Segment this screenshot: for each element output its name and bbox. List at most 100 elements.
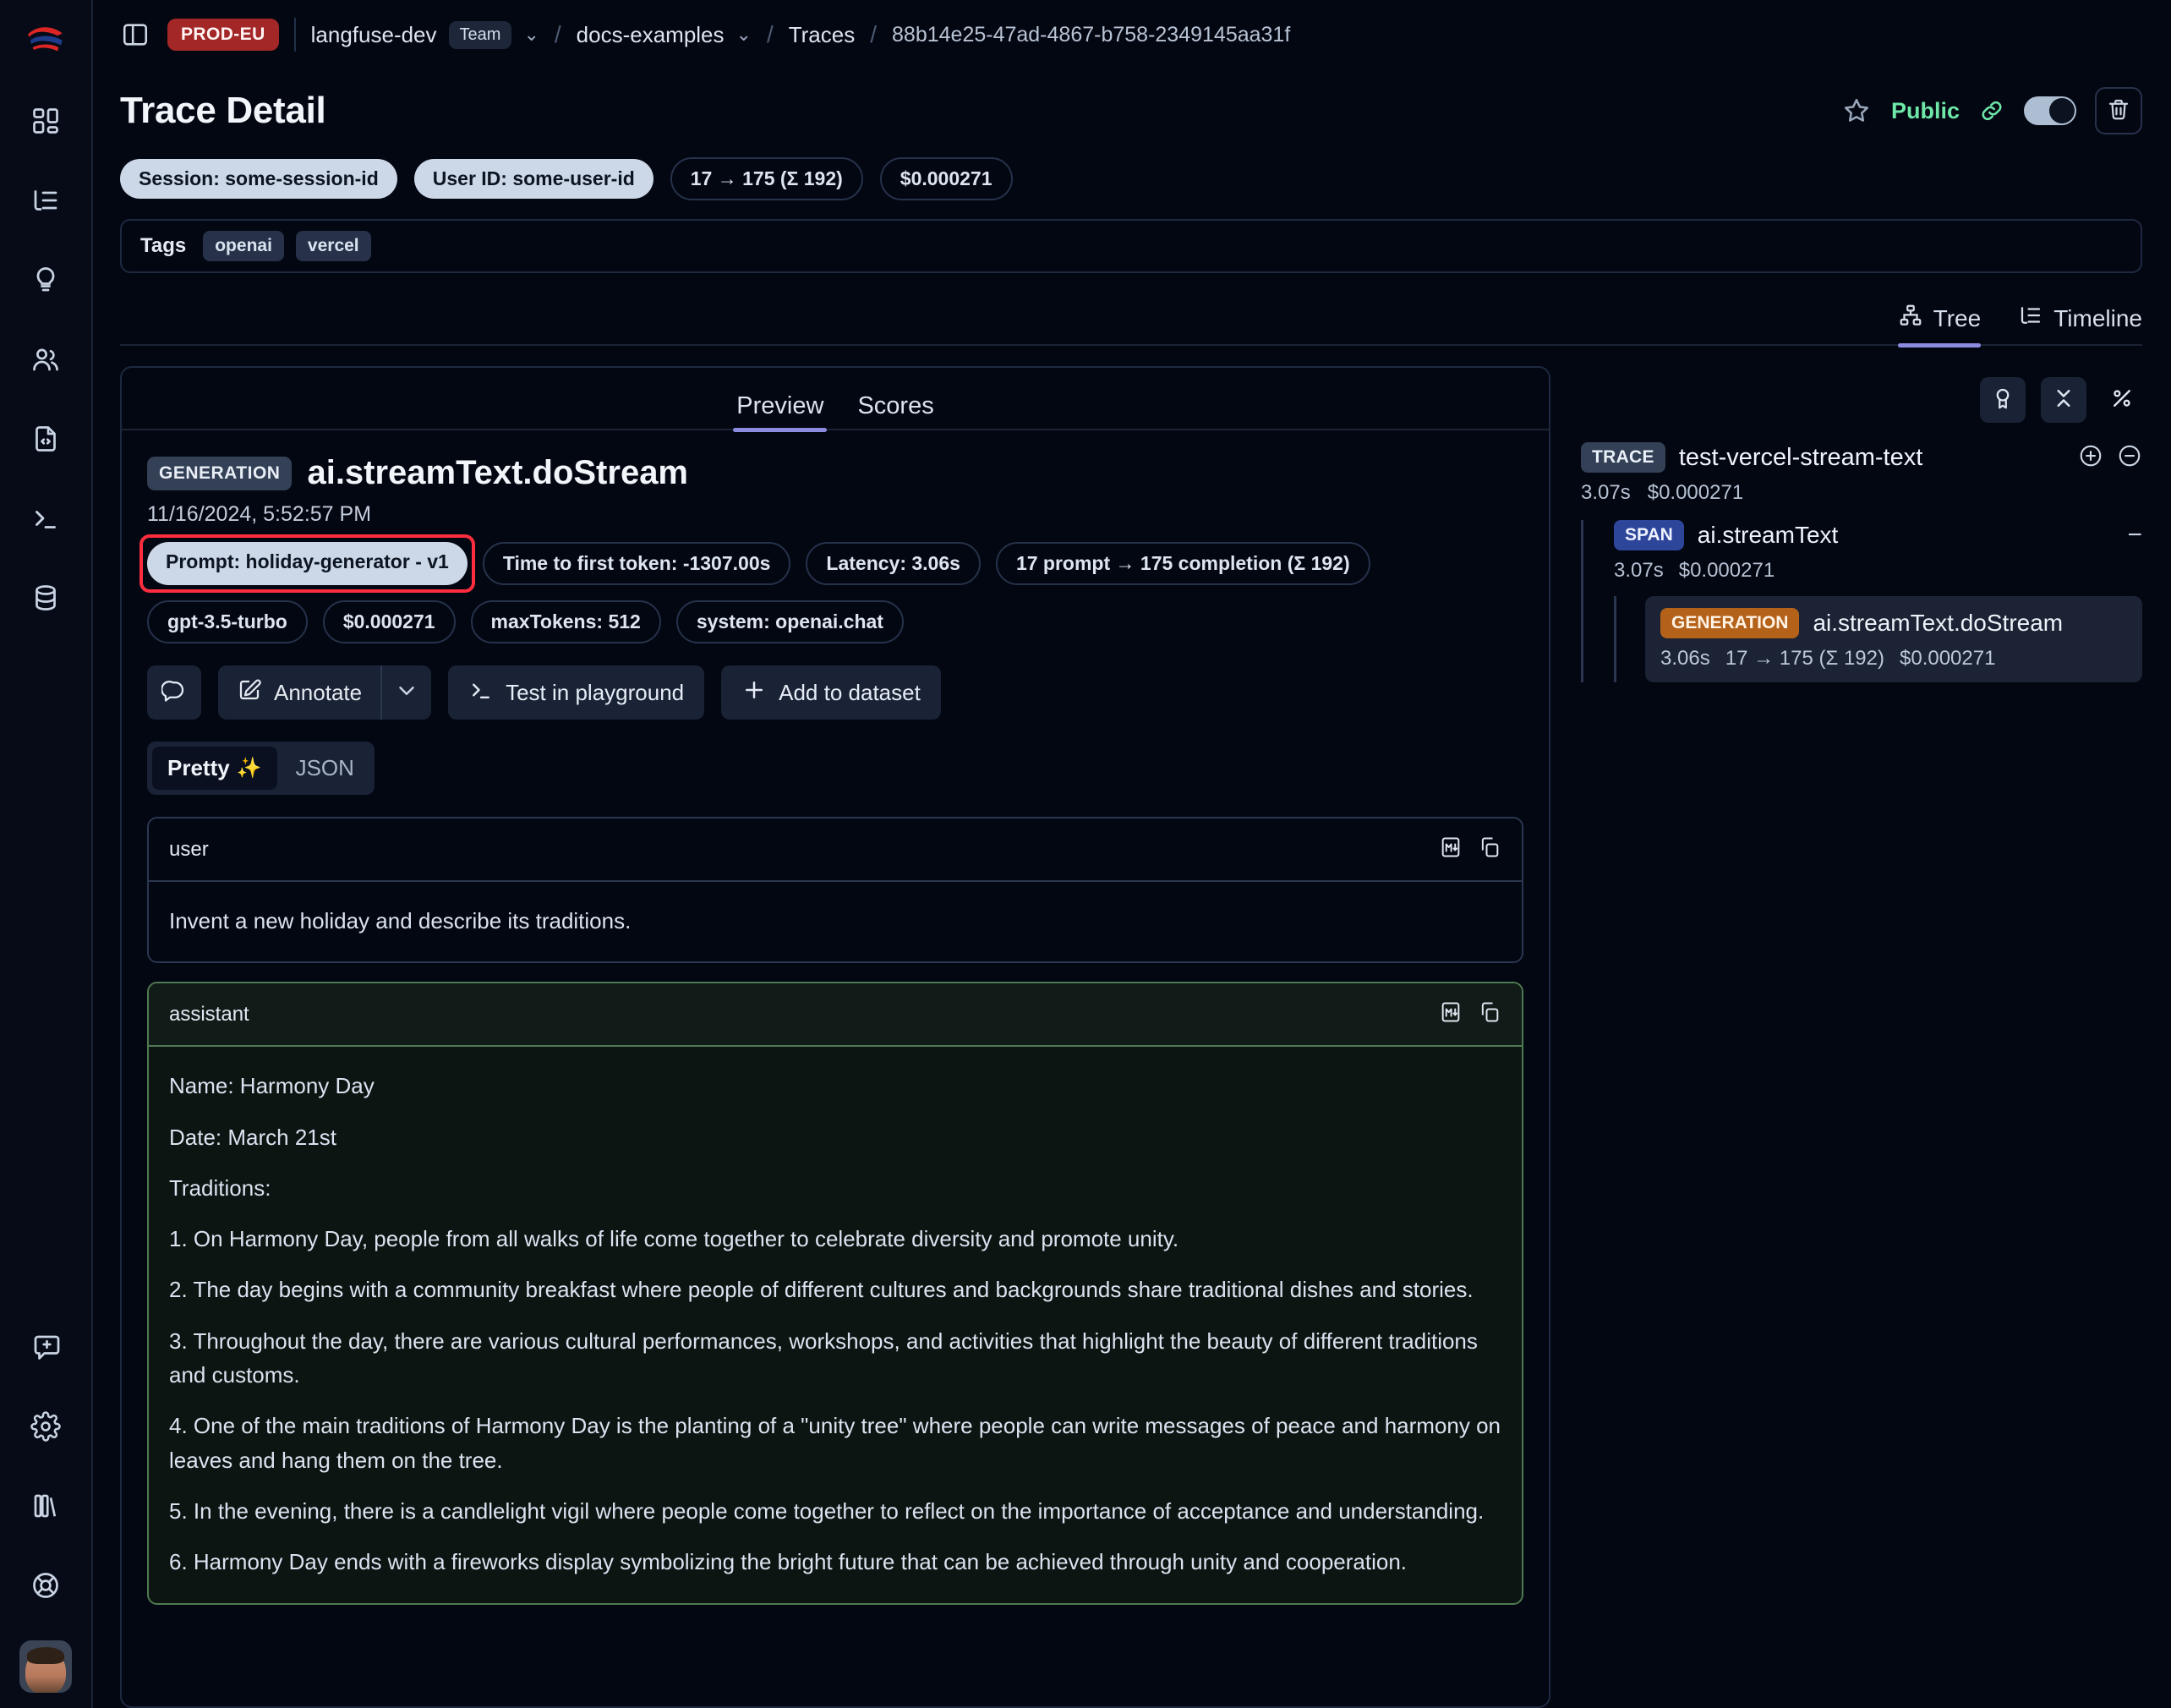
public-toggle[interactable] xyxy=(2024,96,2076,125)
latency-pill: Latency: 3.06s xyxy=(806,542,981,585)
langfuse-logo-icon[interactable] xyxy=(22,20,69,68)
annotate-button-group[interactable]: Annotate xyxy=(218,665,431,720)
terminal-icon xyxy=(468,677,494,709)
message-header: user xyxy=(149,818,1522,882)
delete-trace-button[interactable] xyxy=(2095,87,2142,134)
sidebar-item-playground[interactable] xyxy=(19,494,72,546)
content-area: Preview Scores GENERATION ai.streamText.… xyxy=(93,346,2171,1708)
user-id-pill[interactable]: User ID: some-user-id xyxy=(414,159,653,199)
trace-latency: 3.07s xyxy=(1581,481,1631,505)
star-icon[interactable] xyxy=(1840,95,1873,127)
markdown-icon[interactable] xyxy=(1439,835,1463,863)
prompt-pill[interactable]: Prompt: holiday-generator - v1 xyxy=(147,542,468,585)
sidebar-item-tracing[interactable] xyxy=(19,176,72,228)
sidebar-item-settings[interactable] xyxy=(19,1402,72,1454)
message-body: Invent a new holiday and describe its tr… xyxy=(149,882,1522,961)
user-avatar[interactable] xyxy=(19,1640,72,1693)
circle-minus-icon[interactable] xyxy=(2117,443,2142,473)
copy-icon[interactable] xyxy=(1478,1000,1501,1028)
message-paragraph: Date: March 21st xyxy=(169,1120,1501,1154)
tree-icon xyxy=(1898,303,1923,334)
tab-preview[interactable]: Preview xyxy=(736,392,823,430)
panel-left-icon[interactable] xyxy=(118,18,152,52)
lightbulb-icon xyxy=(30,265,61,299)
books-icon xyxy=(30,1491,61,1525)
database-icon xyxy=(30,583,61,617)
chevron-down-icon-project[interactable]: ⌄ xyxy=(736,24,752,46)
observation-header: GENERATION ai.streamText.doStream xyxy=(147,454,1523,492)
format-pretty-button[interactable]: Pretty ✨ xyxy=(152,747,277,790)
percent-toggle-button[interactable] xyxy=(2102,380,2142,420)
generation-cost: $0.000271 xyxy=(1900,647,1995,671)
sidebar-item-datasets[interactable] xyxy=(19,414,72,467)
message-card-user: user xyxy=(147,817,1523,963)
tab-tree[interactable]: Tree xyxy=(1898,303,1982,346)
format-json-button[interactable]: JSON xyxy=(281,747,369,790)
observation-body: GENERATION ai.streamText.doStream 11/16/… xyxy=(122,430,1549,1706)
trace-cost: $0.000271 xyxy=(1648,481,1743,505)
breadcrumb-org[interactable]: langfuse-dev xyxy=(311,22,437,48)
span-metrics: 3.07s $0.000271 xyxy=(1614,559,2142,583)
copy-icon[interactable] xyxy=(1478,835,1501,863)
trace-name: test-vercel-stream-text xyxy=(1679,444,1922,472)
sidebar-item-users[interactable] xyxy=(19,335,72,387)
main-content: PROD-EU langfuse-dev Team ⌄ / docs-examp… xyxy=(93,0,2171,1708)
tab-timeline[interactable]: Timeline xyxy=(2018,303,2142,346)
annotate-dropdown-button[interactable] xyxy=(382,665,431,720)
percent-icon xyxy=(2109,386,2135,415)
sidebar-item-support[interactable] xyxy=(19,1561,72,1613)
message-paragraph: 2. The day begins with a community break… xyxy=(169,1273,1501,1306)
tag-item[interactable]: vercel xyxy=(296,231,371,261)
message-paragraph: 1. On Harmony Day, people from all walks… xyxy=(169,1222,1501,1256)
collapse-all-button[interactable] xyxy=(2041,377,2086,423)
left-sidebar xyxy=(0,0,93,1708)
trace-tree-panel: TRACE test-vercel-stream-text 3.07s $0.0… xyxy=(1550,366,2142,1708)
public-label: Public xyxy=(1891,98,1960,124)
breadcrumb-section[interactable]: Traces xyxy=(789,22,856,48)
breadcrumb-trace-id: 88b14e25-47ad-4867-b758-2349145aa31f xyxy=(892,23,1290,47)
span-collapse-toggle[interactable]: − xyxy=(2127,523,2142,548)
tree-trace-row[interactable]: TRACE test-vercel-stream-text xyxy=(1581,442,2142,473)
max-tokens-pill: maxTokens: 512 xyxy=(471,600,661,643)
detail-tabs: Preview Scores xyxy=(122,368,1549,430)
comment-icon xyxy=(161,677,187,709)
environment-badge[interactable]: PROD-EU xyxy=(167,19,279,51)
sidebar-item-evaluations[interactable] xyxy=(19,573,72,626)
breadcrumb-project[interactable]: docs-examples xyxy=(577,22,725,48)
span-type-badge: SPAN xyxy=(1614,520,1684,550)
observation-type-badge: GENERATION xyxy=(147,457,292,490)
terminal-icon xyxy=(30,503,61,538)
tracing-icon xyxy=(30,185,61,220)
test-in-playground-label: Test in playground xyxy=(506,680,684,706)
tag-item[interactable]: openai xyxy=(203,231,284,261)
message-role: assistant xyxy=(169,1003,249,1026)
trash-icon xyxy=(2106,96,2131,126)
session-pill[interactable]: Session: some-session-id xyxy=(120,159,397,199)
annotate-button[interactable]: Annotate xyxy=(218,665,380,720)
sidebar-item-dashboard[interactable] xyxy=(19,96,72,149)
test-in-playground-button[interactable]: Test in playground xyxy=(448,665,704,720)
circle-plus-icon[interactable] xyxy=(2078,443,2103,473)
sidebar-item-prompts[interactable] xyxy=(19,255,72,308)
tree-span-row[interactable]: SPAN ai.streamText − 3.07s $0.000271 GEN… xyxy=(1595,520,2142,682)
link-icon[interactable] xyxy=(1978,97,2005,124)
cost-pill: $0.000271 xyxy=(323,600,456,643)
sidebar-item-docs[interactable] xyxy=(19,1481,72,1534)
chevron-down-icon xyxy=(394,678,419,708)
chevron-down-icon-org[interactable]: ⌄ xyxy=(523,24,539,46)
tree-generation-row[interactable]: GENERATION ai.streamText.doStream 3.06s … xyxy=(1645,596,2142,682)
tags-bar[interactable]: Tags openai vercel xyxy=(120,219,2142,273)
span-children: GENERATION ai.streamText.doStream 3.06s … xyxy=(1614,596,2142,682)
sidebar-item-feedback[interactable] xyxy=(19,1322,72,1375)
generation-header: GENERATION ai.streamText.doStream xyxy=(1660,608,2127,638)
add-to-dataset-button[interactable]: Add to dataset xyxy=(721,665,941,720)
scores-toggle-button[interactable] xyxy=(1980,377,2026,423)
tab-scores[interactable]: Scores xyxy=(857,392,933,430)
markdown-icon[interactable] xyxy=(1439,1000,1463,1028)
observation-timestamp: 11/16/2024, 5:52:57 PM xyxy=(147,502,1523,527)
observation-pills-row-2: gpt-3.5-turbo $0.000271 maxTokens: 512 s… xyxy=(147,600,1523,643)
message-card-assistant: assistant xyxy=(147,982,1523,1604)
comment-button[interactable] xyxy=(147,665,201,720)
lifebuoy-icon xyxy=(30,1570,61,1605)
message-actions xyxy=(1439,1000,1501,1028)
